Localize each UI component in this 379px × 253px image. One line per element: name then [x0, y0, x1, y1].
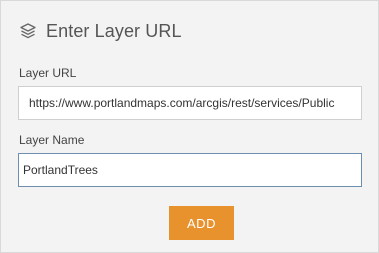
- add-layer-panel: Enter Layer URL Layer URL Layer Name ADD: [0, 0, 379, 253]
- add-button[interactable]: ADD: [169, 206, 234, 240]
- layer-url-label: Layer URL: [19, 66, 77, 80]
- panel-header: Enter Layer URL: [19, 17, 182, 45]
- layer-url-input[interactable]: [18, 86, 362, 120]
- layer-name-label: Layer Name: [19, 133, 85, 147]
- panel-title: Enter Layer URL: [46, 20, 182, 41]
- layers-icon: [19, 22, 37, 40]
- layer-name-input[interactable]: [18, 153, 362, 187]
